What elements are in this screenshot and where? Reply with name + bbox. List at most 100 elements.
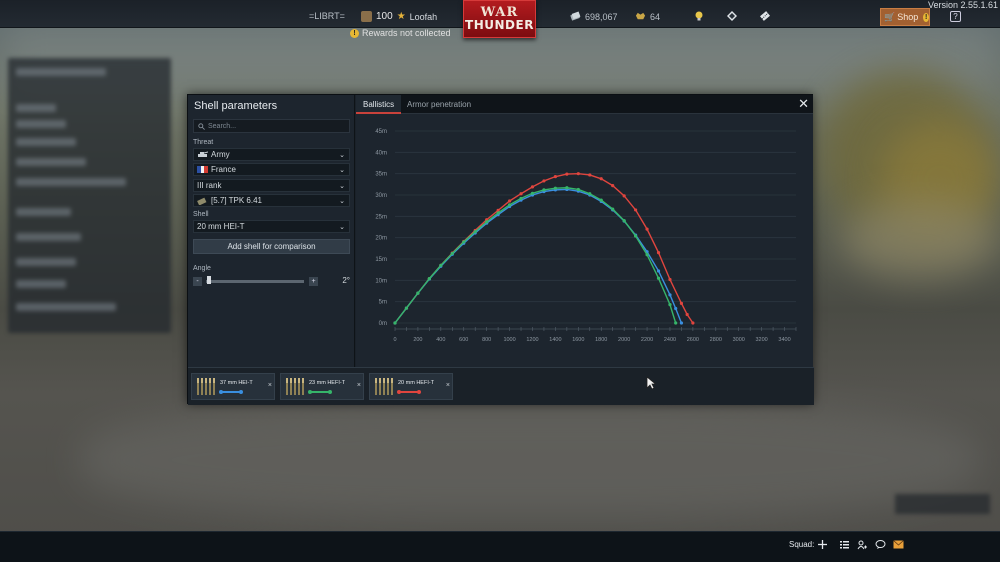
trajectory-point [645, 227, 649, 231]
tab-ballistics[interactable]: Ballistics [356, 95, 402, 114]
chat-icon[interactable] [875, 539, 886, 550]
rank-dropdown[interactable]: III rank ⌄ [193, 179, 350, 192]
bottom-bar: Squad: [0, 531, 1000, 562]
contacts-icon[interactable] [857, 539, 868, 550]
trajectory-point [611, 207, 615, 211]
trajectory-point [599, 177, 603, 181]
trajectory-point [530, 185, 535, 189]
angle-increase-button[interactable]: + [309, 277, 318, 286]
mail-icon[interactable] [893, 539, 904, 550]
help-button[interactable]: ? [950, 11, 961, 22]
shell-card[interactable]: 20 mm HEFI-T × [369, 373, 453, 400]
france-flag-icon [197, 166, 209, 173]
trajectory-point [565, 172, 569, 176]
series-color-line [397, 390, 421, 394]
y-tick-label: 45m [375, 129, 387, 135]
player-level: 100 [376, 11, 393, 22]
trajectory-point [645, 253, 649, 257]
trajectory-point [679, 321, 684, 325]
chevron-down-icon: ⌄ [339, 224, 345, 231]
trajectory-point [668, 293, 672, 297]
list-icon[interactable] [839, 539, 850, 550]
chevron-down-icon: ⌄ [339, 152, 345, 159]
trajectory-point [565, 186, 569, 190]
angle-slider-track[interactable] [206, 280, 304, 283]
x-tick-label: 1000 [503, 337, 515, 343]
clan-tag[interactable]: =LIBRT= [309, 11, 345, 21]
trajectory-point [473, 230, 477, 234]
war-thunder-logo[interactable]: WAR THUNDER [463, 0, 536, 38]
vehicle-dropdown[interactable]: [5.7] TPK 6.41 ⌄ [193, 194, 350, 207]
squad-label: Squad: [789, 540, 815, 549]
y-tick-label: 25m [375, 214, 387, 220]
golden-eagles-value: 64 [650, 11, 661, 22]
silver-lions-counter[interactable]: 698,067 [570, 11, 618, 22]
x-tick-label: 0 [393, 337, 396, 343]
remove-shell-button[interactable]: × [268, 382, 272, 389]
threat-dropdown[interactable]: Army ⌄ [193, 148, 350, 161]
trajectory-point [588, 192, 592, 196]
close-icon[interactable]: ✕ [798, 97, 809, 111]
x-tick-label: 2200 [641, 337, 653, 343]
lightbulb-icon[interactable] [693, 10, 705, 22]
avatar[interactable] [361, 11, 372, 22]
shell-card[interactable]: 23 mm HEFI-T × [280, 373, 364, 400]
trajectory-point [668, 303, 672, 307]
wiki-icon[interactable] [726, 10, 738, 22]
trajectory-point [656, 251, 661, 255]
remove-shell-button[interactable]: × [357, 382, 361, 389]
trajectory-point [576, 172, 580, 176]
y-tick-label: 10m [375, 278, 387, 284]
add-shell-button[interactable]: Add shell for comparison [193, 239, 350, 254]
tab-armor-penetration[interactable]: Armor penetration [400, 95, 478, 114]
background-panel [8, 58, 171, 333]
x-tick-label: 1400 [549, 337, 561, 343]
y-tick-label: 0m [379, 321, 387, 327]
trajectory-point [542, 179, 546, 183]
trajectory-point [427, 277, 431, 281]
shop-label: Shop [897, 12, 919, 22]
golden-eagles-counter[interactable]: 64 [635, 11, 660, 22]
ground-blur [80, 400, 980, 520]
rewards-notice[interactable]: ! Rewards not collected [350, 28, 451, 38]
shop-button[interactable]: 🛒 Shop ! [880, 8, 930, 26]
angle-label: Angle [193, 265, 211, 272]
x-tick-label: 2800 [710, 337, 722, 343]
shell-dropdown[interactable]: 20 mm HEI-T ⌄ [193, 220, 350, 233]
trajectory-point [685, 312, 689, 317]
x-tick-label: 3400 [778, 337, 790, 343]
x-tick-label: 1800 [595, 337, 607, 343]
user-profile[interactable]: 100 ★ Loofah [361, 11, 437, 22]
angle-slider-handle[interactable] [207, 276, 211, 284]
x-tick-label: 2000 [618, 337, 630, 343]
trajectory-point [656, 269, 661, 273]
y-tick-label: 30m [375, 193, 387, 199]
coupon-icon[interactable] [759, 10, 771, 22]
search-input[interactable]: Search... [193, 119, 350, 133]
trajectory-point [634, 234, 638, 238]
trajectory-point [576, 187, 580, 192]
trajectory-point [691, 321, 695, 325]
warning-icon: ! [350, 28, 359, 38]
add-squad-member-icon[interactable] [817, 539, 828, 550]
chevron-down-icon: ⌄ [339, 167, 345, 174]
trajectory-point [519, 196, 523, 201]
trajectory-point [611, 184, 615, 188]
y-tick-label: 15m [375, 257, 387, 263]
shell-card[interactable]: 37 mm HEI-T × [191, 373, 275, 400]
tank-icon [198, 151, 208, 157]
remove-shell-button[interactable]: × [446, 382, 450, 389]
trajectory-chart-svg: 0m 5m 10m 15m 20m 25m 30m 35m 40m 45m 0 200 400 600 80… [375, 129, 797, 343]
version-label: Version 2.55.1.61 [927, 0, 998, 10]
chevron-down-icon: ⌄ [339, 183, 345, 190]
trajectory-point [416, 291, 420, 295]
shop-alert-badge: ! [923, 12, 929, 22]
x-tick-label: 3200 [756, 337, 768, 343]
country-dropdown[interactable]: France ⌄ [193, 163, 350, 176]
angle-slider[interactable]: - + 2° [193, 276, 350, 287]
trajectory-point [674, 321, 678, 325]
series-color-line [219, 390, 243, 394]
y-tick-label: 5m [379, 300, 387, 306]
angle-decrease-button[interactable]: - [193, 277, 202, 286]
x-tick-label: 2600 [687, 337, 699, 343]
